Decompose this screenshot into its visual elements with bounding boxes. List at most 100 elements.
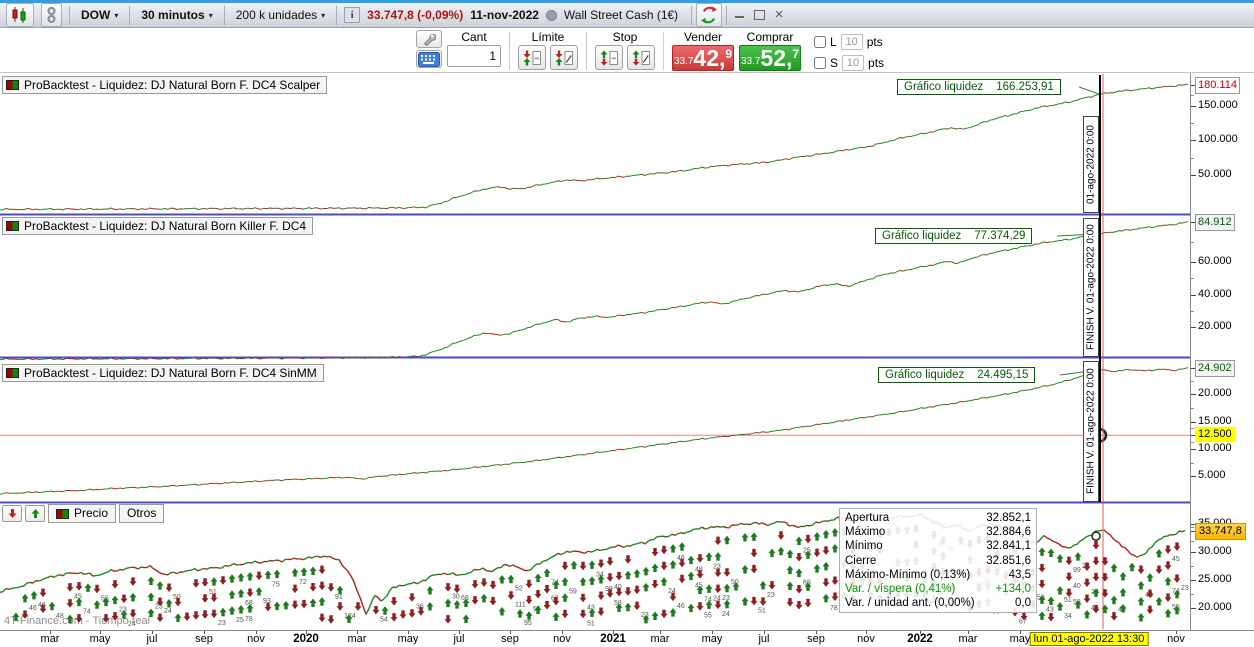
tooltip-row: Mínimo 32.841,1 (845, 540, 1031, 553)
limit-points-checkbox[interactable] (814, 35, 826, 48)
window-titlebar: DOW ▾ 30 minutos ▾ 200 k unidades ▾ i 33… (0, 0, 1254, 28)
time-axis-label: 2022 (907, 633, 933, 645)
timeframe-dropdown[interactable]: 30 minutos ▾ (137, 4, 216, 26)
refresh-icon[interactable] (696, 3, 723, 27)
wrench-icon (423, 33, 436, 46)
svg-text:23: 23 (1181, 585, 1189, 592)
candlestick-chart-icon[interactable] (6, 3, 34, 27)
order-entry-bar: Cant Límite (0, 28, 1254, 73)
info-icon[interactable]: i (344, 7, 361, 23)
tooltip-row: Máximo-Mínimo (0,13%) 43,5 (845, 568, 1031, 581)
scroll-up-button[interactable] (25, 505, 45, 522)
s-label: S (830, 55, 839, 70)
limit-points-input[interactable] (840, 33, 863, 50)
keyboard-icon (418, 51, 440, 67)
price-tooltip: Apertura 32.852,1 Máximo 32.884,6 Mínimo 32.8… (839, 508, 1037, 614)
sell-label: Vender (683, 30, 723, 44)
axis-tick (1191, 607, 1196, 609)
candle-mini-icon (6, 80, 19, 90)
stop-points-input[interactable] (842, 54, 865, 71)
chevron-down-icon: ▾ (114, 10, 119, 20)
axis-tick (1191, 448, 1196, 450)
axis-minor-tick (1191, 408, 1194, 409)
tab-precio[interactable]: Precio (48, 504, 117, 523)
limit-order-button[interactable] (518, 45, 546, 70)
limit-order-edit-button[interactable] (550, 45, 578, 70)
scroll-down-button[interactable] (2, 505, 22, 522)
time-axis-label: mar (40, 633, 60, 645)
axis-minor-tick (1191, 122, 1194, 124)
quantity-group: Cant (447, 30, 501, 67)
stop-order-edit-button[interactable] (627, 45, 655, 70)
stop-label: Stop (612, 30, 638, 44)
virtual-keyboard-button[interactable] (416, 50, 442, 68)
toolbar-separator (129, 5, 131, 25)
stop-points-checkbox[interactable] (814, 56, 826, 69)
time-axis[interactable]: mar may jul sep nov 2020 mar may jul sep nov 2021 ma… (0, 630, 1254, 647)
axis-tick-label: 84.912 (1195, 213, 1235, 231)
axis-tick (1191, 476, 1196, 478)
time-axis-label: nov (553, 633, 571, 645)
price-axis[interactable]: 180.114 150.000 100.000 50.000 84.912 60.000 4… (1190, 73, 1254, 630)
time-axis-label: may (397, 633, 419, 645)
axis-minor-tick (1191, 541, 1194, 543)
buy-button[interactable]: 33.7 52, 7 (739, 45, 801, 71)
time-axis-label: nov (857, 633, 875, 645)
tab-otros[interactable]: Otros (119, 504, 165, 523)
tooltip-row: Máximo 32.884,6 (845, 526, 1031, 539)
svg-text:23: 23 (722, 595, 730, 602)
svg-text:59: 59 (569, 588, 577, 595)
finish-date-label-1: 01-ago-2022 0:00 (1083, 116, 1099, 213)
axis-tick-label: 25.000 (1198, 572, 1232, 585)
svg-text:30: 30 (452, 594, 460, 601)
symbol-dropdown[interactable]: DOW ▾ (77, 4, 122, 26)
maximize-button[interactable] (751, 8, 767, 22)
svg-text:78: 78 (245, 616, 253, 623)
axis-tick-label: 20.000 (1198, 387, 1232, 400)
minimize-button[interactable] (731, 8, 747, 22)
axis-minor-tick (1191, 310, 1194, 312)
sell-button[interactable]: 33.7 42, 9 (672, 45, 734, 71)
tag-connector (1078, 86, 1101, 95)
crosshair-marker (1091, 531, 1101, 541)
time-axis-label: mar (958, 633, 978, 645)
svg-text:25: 25 (236, 617, 244, 624)
finish-date-label-2: FINISH V. 01-ago-2022 0:00 (1083, 218, 1099, 357)
liquidity-tag-3: Gráfico liquidez 24.495,15 (878, 367, 1036, 383)
svg-text:24: 24 (722, 611, 730, 618)
candle-mini-icon (56, 508, 69, 519)
time-axis-label: 2021 (600, 633, 626, 645)
quantity-input[interactable] (447, 45, 501, 67)
axis-tick (1191, 394, 1196, 396)
axis-minor-tick (1191, 565, 1194, 567)
tooltip-row: Var. / víspera (0,41%) +134,0 (845, 582, 1031, 595)
series-scalper (0, 83, 1189, 211)
stop-order-icon (600, 50, 618, 65)
svg-text:55: 55 (704, 613, 712, 620)
svg-text:23: 23 (767, 592, 775, 599)
svg-text:91: 91 (335, 594, 343, 601)
svg-text:24: 24 (164, 608, 172, 615)
order-settings-button[interactable] (416, 30, 442, 48)
svg-text:95: 95 (524, 620, 532, 627)
svg-text:48: 48 (56, 613, 64, 620)
axis-minor-tick (1191, 442, 1194, 444)
units-dropdown[interactable]: 200 k unidades ▾ (232, 4, 329, 26)
link-windows-icon[interactable] (41, 3, 62, 27)
pts-label: pts (866, 34, 883, 49)
instrument-name: Wall Street Cash (1€) (563, 8, 679, 22)
close-button[interactable]: × (771, 7, 787, 22)
axis-minor-tick (1191, 278, 1194, 280)
axis-tick (1191, 262, 1196, 263)
time-axis-label: sep (807, 633, 825, 645)
svg-text:51: 51 (587, 620, 595, 627)
axis-tick-label: 40.000 (1198, 287, 1232, 300)
limit-order-icon (523, 50, 541, 65)
chevron-down-icon: ▾ (321, 10, 326, 20)
chart-area[interactable]: 4646484574552324232450512325687893757291… (0, 0, 1254, 647)
svg-text:111: 111 (515, 602, 526, 609)
stop-order-button[interactable] (595, 45, 623, 70)
svg-text:24: 24 (128, 621, 136, 628)
svg-text:45: 45 (1172, 556, 1180, 563)
svg-text:51: 51 (1064, 597, 1072, 604)
